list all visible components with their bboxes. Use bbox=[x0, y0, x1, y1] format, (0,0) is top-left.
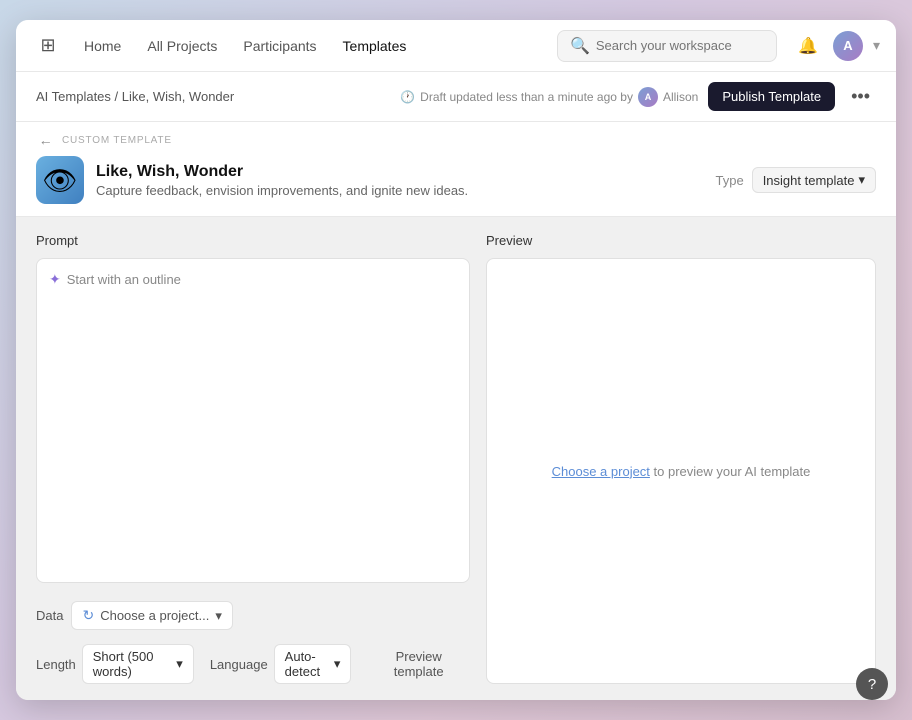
language-select[interactable]: Auto-detect ▾ bbox=[274, 644, 352, 684]
preview-label: Preview bbox=[486, 233, 876, 248]
template-name: Like, Wish, Wonder bbox=[96, 163, 704, 181]
nav-templates[interactable]: Templates bbox=[331, 32, 419, 60]
right-panel: Preview Choose a project to preview your… bbox=[486, 233, 876, 684]
template-icon: 👁 bbox=[36, 156, 84, 204]
nav-participants[interactable]: Participants bbox=[231, 32, 328, 60]
breadcrumb: AI Templates / Like, Wish, Wonder bbox=[36, 89, 234, 104]
choose-project-button[interactable]: ↻ Choose a project... ▾ bbox=[71, 601, 232, 630]
sync-icon: ↻ bbox=[82, 607, 94, 624]
template-info: 👁 Like, Wish, Wonder Capture feedback, e… bbox=[36, 156, 876, 204]
prompt-area: ✦ Start with an outline bbox=[36, 258, 470, 583]
avatar[interactable]: A bbox=[833, 31, 863, 61]
author-avatar: A bbox=[638, 87, 658, 107]
template-type: Type Insight template ▾ bbox=[716, 167, 877, 193]
search-input[interactable] bbox=[596, 38, 764, 53]
custom-template-label: ← CUSTOM TEMPLATE bbox=[36, 130, 876, 150]
choose-project-link[interactable]: Choose a project bbox=[552, 464, 650, 479]
main-content: Prompt ✦ Start with an outline Data ↻ Ch… bbox=[16, 217, 896, 700]
help-button[interactable]: ? bbox=[856, 668, 888, 700]
left-panel: Prompt ✦ Start with an outline Data ↻ Ch… bbox=[36, 233, 470, 684]
preview-template-button[interactable]: Preview template bbox=[367, 645, 470, 683]
bell-icon[interactable]: 🔔 bbox=[793, 31, 823, 61]
nav-links: Home All Projects Participants Templates bbox=[72, 32, 549, 60]
length-setting: Length Short (500 words) ▾ bbox=[36, 644, 194, 684]
template-text: Like, Wish, Wonder Capture feedback, env… bbox=[96, 163, 704, 198]
draft-clock-icon: 🕐 bbox=[400, 90, 415, 104]
help-icon: ? bbox=[868, 676, 876, 693]
publish-template-button[interactable]: Publish Template bbox=[708, 82, 835, 111]
custom-template-text: CUSTOM TEMPLATE bbox=[62, 135, 172, 146]
type-label: Type bbox=[716, 173, 744, 188]
length-chevron-icon: ▾ bbox=[176, 656, 183, 672]
type-value: Insight template bbox=[763, 173, 855, 188]
draft-status: 🕐 Draft updated less than a minute ago b… bbox=[400, 87, 698, 107]
language-chevron-icon: ▾ bbox=[334, 656, 341, 672]
type-chevron-icon: ▾ bbox=[858, 172, 865, 188]
preview-panel: Choose a project to preview your AI temp… bbox=[486, 258, 876, 684]
search-bar[interactable]: 🔍 bbox=[557, 30, 777, 62]
top-navigation: ⊞ Home All Projects Participants Templat… bbox=[16, 20, 896, 72]
length-label: Length bbox=[36, 657, 76, 672]
prompt-label: Prompt bbox=[36, 233, 470, 248]
language-label: Language bbox=[210, 657, 268, 672]
data-controls-row: Data ↻ Choose a project... ▾ bbox=[36, 601, 470, 630]
language-setting: Language Auto-detect ▾ bbox=[210, 644, 352, 684]
outline-icon: ✦ bbox=[49, 271, 61, 288]
nav-right: 🔔 A ▾ bbox=[793, 31, 880, 61]
settings-row: Length Short (500 words) ▾ Language Auto… bbox=[36, 644, 470, 684]
length-value: Short (500 words) bbox=[93, 649, 173, 679]
nav-all-projects[interactable]: All Projects bbox=[135, 32, 229, 60]
start-with-outline-button[interactable]: ✦ Start with an outline bbox=[49, 271, 457, 288]
author-name: Allison bbox=[663, 90, 698, 104]
grid-icon[interactable]: ⊞ bbox=[32, 30, 64, 62]
data-label: Data bbox=[36, 608, 63, 623]
template-description: Capture feedback, envision improvements,… bbox=[96, 183, 704, 198]
preview-suffix: to preview your AI template bbox=[654, 464, 811, 479]
nav-home[interactable]: Home bbox=[72, 32, 133, 60]
prompt-textarea[interactable] bbox=[49, 288, 457, 570]
language-value: Auto-detect bbox=[285, 649, 330, 679]
choose-project-label: Choose a project... bbox=[100, 608, 209, 623]
outline-label: Start with an outline bbox=[67, 272, 181, 287]
breadcrumb-actions: 🕐 Draft updated less than a minute ago b… bbox=[400, 82, 876, 111]
template-header: ← CUSTOM TEMPLATE 👁 Like, Wish, Wonder C… bbox=[16, 122, 896, 217]
draft-status-text: Draft updated less than a minute ago by bbox=[420, 90, 633, 104]
type-select[interactable]: Insight template ▾ bbox=[752, 167, 876, 193]
breadcrumb-bar: AI Templates / Like, Wish, Wonder 🕐 Draf… bbox=[16, 72, 896, 122]
length-select[interactable]: Short (500 words) ▾ bbox=[82, 644, 194, 684]
search-icon: 🔍 bbox=[570, 36, 590, 56]
back-arrow-icon[interactable]: ← bbox=[36, 130, 56, 150]
more-options-button[interactable]: ••• bbox=[845, 82, 876, 111]
choose-project-chevron-icon: ▾ bbox=[215, 608, 222, 624]
account-chevron[interactable]: ▾ bbox=[873, 37, 880, 54]
